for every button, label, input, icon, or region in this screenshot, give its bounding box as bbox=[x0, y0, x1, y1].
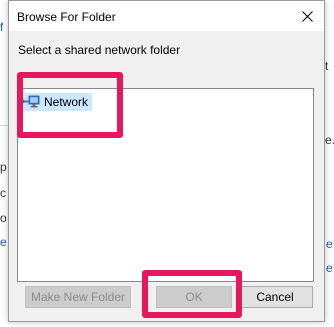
dialog-title: Browse For Folder bbox=[17, 10, 116, 24]
folder-tree[interactable]: Network bbox=[17, 88, 314, 282]
tree-item-label: Network bbox=[44, 95, 89, 109]
background-divider bbox=[0, 125, 8, 126]
network-icon bbox=[22, 95, 40, 108]
browse-for-folder-dialog: Browse For Folder Select a shared networ… bbox=[8, 0, 325, 322]
tree-item-network[interactable]: Network bbox=[22, 93, 93, 111]
dialog-body: Select a shared network folder Network M… bbox=[9, 31, 324, 321]
background-text: c bbox=[0, 186, 6, 200]
background-text: f bbox=[0, 20, 4, 34]
ok-button[interactable]: OK bbox=[156, 286, 232, 308]
background-text: e. bbox=[325, 133, 334, 147]
close-icon bbox=[301, 10, 313, 22]
background-text: e bbox=[326, 261, 333, 275]
close-button[interactable] bbox=[290, 1, 324, 31]
background-text: t bbox=[325, 59, 329, 73]
background-text: e bbox=[326, 237, 333, 251]
background-text: p bbox=[0, 160, 7, 174]
screen: f p c o e t e. e e Browse For Folder Sel… bbox=[0, 0, 334, 327]
background-text: o bbox=[0, 211, 7, 225]
instruction-text: Select a shared network folder bbox=[18, 43, 181, 57]
dialog-titlebar[interactable]: Browse For Folder bbox=[9, 1, 324, 31]
cancel-button[interactable]: Cancel bbox=[237, 286, 313, 308]
make-new-folder-button[interactable]: Make New Folder bbox=[25, 286, 131, 308]
background-text: e bbox=[0, 235, 7, 249]
